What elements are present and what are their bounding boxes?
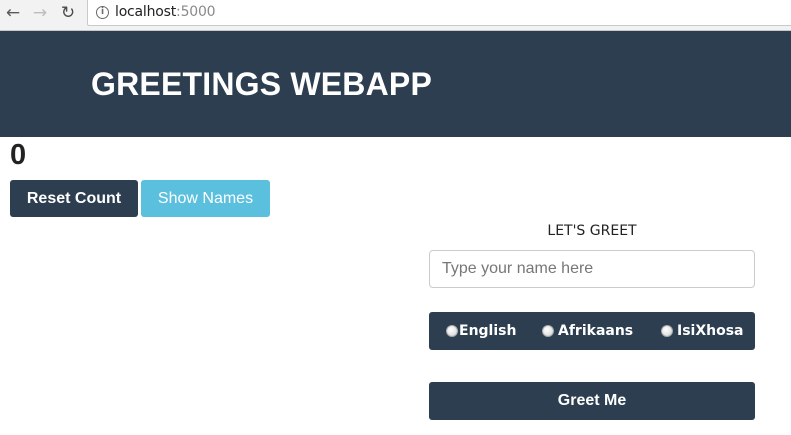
radio-label-isixhosa[interactable]: IsiXhosa xyxy=(677,322,744,340)
back-arrow-icon[interactable]: ← xyxy=(2,3,24,23)
forward-arrow-icon[interactable]: → xyxy=(29,3,51,23)
url-port: :5000 xyxy=(176,4,216,20)
reload-icon[interactable]: ↻ xyxy=(57,3,79,23)
radio-button-afrikaans[interactable] xyxy=(542,325,554,337)
address-bar[interactable]: i localhost:5000 xyxy=(87,0,791,26)
info-icon[interactable]: i xyxy=(96,6,109,19)
radio-option-afrikaans[interactable]: Afrikaans xyxy=(542,312,633,350)
greet-counter: 0 xyxy=(10,139,27,171)
radio-label-afrikaans[interactable]: Afrikaans xyxy=(558,322,633,340)
greet-me-button[interactable]: Greet Me xyxy=(429,382,755,420)
app-header: GREETINGS WEBAPP xyxy=(0,31,791,137)
url-host: localhost xyxy=(115,4,177,20)
browser-toolbar: ← → ↻ i localhost:5000 xyxy=(0,0,791,31)
greet-heading: LET'S GREET xyxy=(547,223,637,239)
radio-button-english[interactable] xyxy=(446,325,458,337)
radio-option-english[interactable]: English xyxy=(446,312,516,350)
show-names-button[interactable]: Show Names xyxy=(141,180,270,217)
radio-button-isixhosa[interactable] xyxy=(661,325,673,337)
url-text[interactable]: localhost:5000 xyxy=(115,4,216,21)
radio-option-isixhosa[interactable]: IsiXhosa xyxy=(661,312,744,350)
reset-count-button[interactable]: Reset Count xyxy=(10,180,138,217)
radio-label-english[interactable]: English xyxy=(459,322,516,340)
page-title: GREETINGS WEBAPP xyxy=(91,66,433,102)
name-input[interactable] xyxy=(429,250,755,288)
language-selector: English Afrikaans IsiXhosa xyxy=(429,312,755,350)
